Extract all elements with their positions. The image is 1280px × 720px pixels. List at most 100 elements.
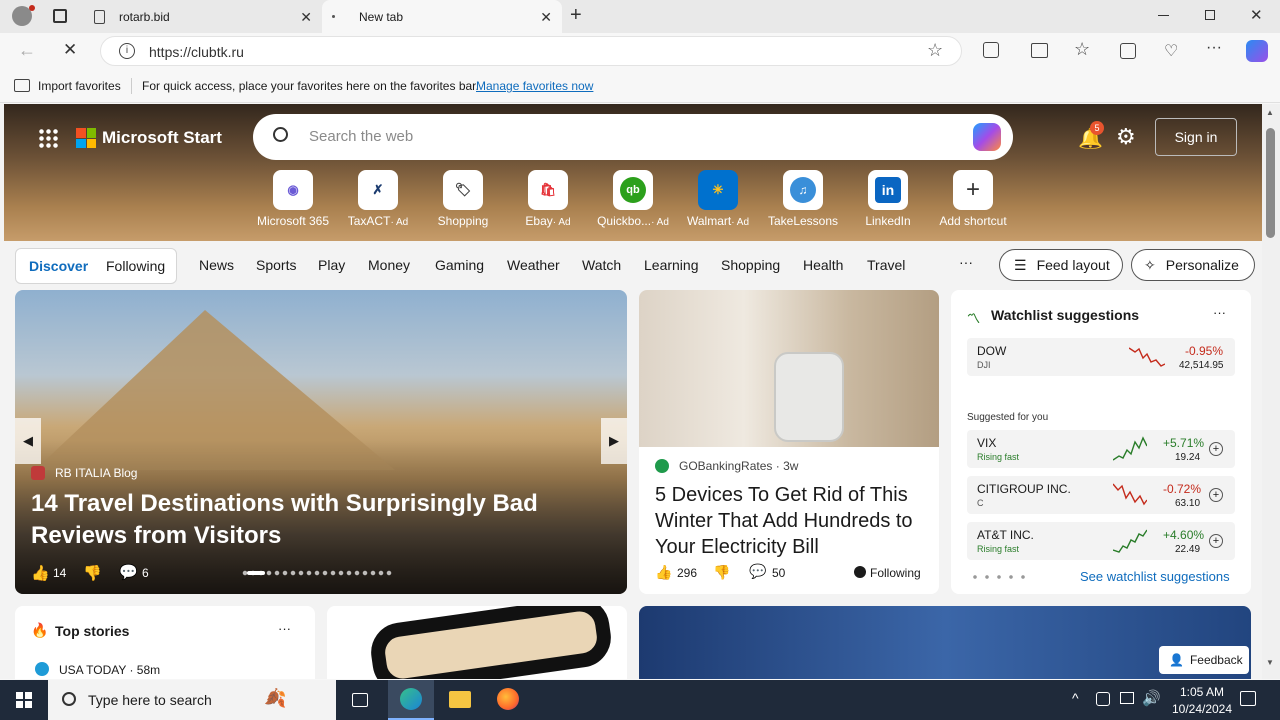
nav-news[interactable]: News (199, 257, 234, 273)
story-source[interactable]: USA TODAY · 58m (59, 663, 160, 677)
nav-money[interactable]: Money (368, 257, 410, 273)
stock-row-dow[interactable]: DOW DJI -0.95% 42,514.95 (967, 338, 1235, 376)
hero-story-card[interactable]: ◀ ▶ RB ITALIA Blog 14 Travel Destination… (15, 290, 627, 594)
carousel-prev-button[interactable]: ◀ (15, 418, 41, 464)
taskbar-search-box[interactable]: Type here to search 🍂 (48, 680, 336, 720)
like-icon[interactable]: 👍 (31, 564, 50, 582)
following-label[interactable]: Following (870, 566, 921, 580)
settings-more-icon[interactable]: ··· (1206, 39, 1222, 57)
sign-in-button[interactable]: Sign in (1155, 118, 1237, 156)
info-icon[interactable]: i (119, 43, 135, 59)
extensions-icon[interactable] (983, 42, 999, 58)
clock-date[interactable]: 10/24/2024 (1164, 702, 1240, 716)
carousel-next-button[interactable]: ▶ (601, 418, 627, 464)
back-icon[interactable]: ← (18, 40, 36, 61)
tab-following[interactable]: Following (106, 258, 165, 274)
shortcut-add[interactable]: + Add shortcut (931, 170, 1015, 228)
close-tab-icon[interactable]: ✕ (300, 9, 312, 26)
personalize-button[interactable]: ✧ Personalize (1131, 249, 1255, 281)
tab-rotarb[interactable]: rotarb.bid ✕ (84, 0, 322, 33)
taskbar-search-input[interactable]: Type here to search (88, 692, 212, 708)
nav-learning[interactable]: Learning (644, 257, 699, 273)
restore-icon[interactable] (1205, 10, 1215, 20)
notifications-icon[interactable] (1240, 691, 1256, 706)
edge-taskbar-icon[interactable] (388, 680, 434, 720)
shortcut-walmart[interactable]: ✳ Walmart· Ad (676, 170, 760, 228)
browser-essentials-icon[interactable]: ♡ (1164, 41, 1178, 61)
start-windows-icon[interactable] (16, 692, 32, 708)
shortcut-shopping[interactable]: 🏷 Shopping (421, 170, 505, 228)
product-ad-card[interactable] (327, 606, 627, 679)
source-name[interactable]: RB ITALIA Blog (55, 466, 137, 480)
more-options-icon[interactable]: ··· (278, 621, 291, 636)
shortcut-ebay[interactable]: 🛍 Ebay· Ad (506, 170, 590, 228)
task-view-icon[interactable] (352, 693, 368, 707)
stop-icon[interactable]: ✕ (63, 40, 77, 60)
favorite-star-icon[interactable]: ☆ (927, 40, 943, 61)
import-favorites-button[interactable]: Import favorites (38, 79, 121, 93)
stock-row-vix[interactable]: VIX Rising fast +5.71% 19.24 (967, 430, 1235, 468)
comment-icon[interactable]: 💬 (119, 563, 138, 581)
headline[interactable]: 14 Travel Destinations with Surprisingly… (31, 488, 621, 552)
close-tab-icon[interactable]: ✕ (540, 9, 552, 26)
tab-new-tab[interactable]: New tab ✕ (322, 0, 562, 33)
page-scrollbar[interactable]: ▲ ▼ (1262, 104, 1280, 679)
copilot-search-icon[interactable] (973, 123, 1001, 151)
shortcut-microsoft-365[interactable]: ◉ Microsoft 365 (251, 170, 335, 228)
add-to-watchlist-button[interactable]: + (1209, 488, 1223, 502)
scroll-thumb[interactable] (1266, 128, 1275, 238)
clock-time[interactable]: 1:05 AM (1172, 685, 1232, 699)
search-box[interactable]: Search the web (253, 114, 1013, 160)
dislike-icon[interactable]: 👎 (83, 564, 102, 582)
brand-title[interactable]: Microsoft Start (102, 128, 222, 148)
minimize-icon[interactable] (1158, 15, 1169, 16)
tab-discover[interactable]: Discover (29, 258, 88, 274)
scroll-up-arrow[interactable]: ▲ (1266, 108, 1274, 117)
headline[interactable]: 5 Devices To Get Rid of This Winter That… (655, 482, 929, 560)
story-card[interactable]: GOBankingRates · 3w 5 Devices To Get Rid… (639, 290, 939, 594)
feed-layout-button[interactable]: ☰ Feed layout (999, 249, 1123, 281)
favorites-icon[interactable]: ☆ (1074, 39, 1090, 60)
stock-row-att[interactable]: AT&T INC. Rising fast +4.60% 22.49 (967, 522, 1235, 560)
address-field[interactable]: i https://clubtk.ru ☆ (100, 36, 962, 66)
sports-story-card[interactable]: 👤 Feedback (639, 606, 1251, 679)
source-name[interactable]: GOBankingRates · 3w (679, 459, 798, 473)
nav-sports[interactable]: Sports (256, 257, 296, 273)
feedback-button[interactable]: 👤 Feedback (1159, 646, 1249, 674)
meet-now-icon[interactable] (1096, 692, 1110, 706)
add-to-watchlist-button[interactable]: + (1209, 442, 1223, 456)
nav-play[interactable]: Play (318, 257, 345, 273)
see-watchlist-link[interactable]: See watchlist suggestions (1080, 569, 1230, 584)
import-icon[interactable] (14, 79, 30, 92)
nav-more-icon[interactable]: ··· (959, 254, 973, 270)
nav-weather[interactable]: Weather (507, 257, 560, 273)
close-window-icon[interactable]: ✕ (1250, 6, 1263, 24)
dislike-icon[interactable]: 👎 (713, 564, 730, 581)
add-to-watchlist-button[interactable]: + (1209, 534, 1223, 548)
network-icon[interactable] (1120, 692, 1134, 704)
nav-shopping[interactable]: Shopping (721, 257, 780, 273)
nav-watch[interactable]: Watch (582, 257, 621, 273)
shortcut-taxact[interactable]: ✗ TaxACT· Ad (336, 170, 420, 228)
shortcut-takelessons[interactable]: ♫ TakeLessons (761, 170, 845, 228)
volume-icon[interactable]: 🔊 (1142, 689, 1161, 707)
nav-health[interactable]: Health (803, 257, 843, 273)
new-tab-icon[interactable]: + (570, 4, 582, 27)
comment-icon[interactable]: 💬 (749, 563, 766, 580)
scroll-down-arrow[interactable]: ▼ (1266, 658, 1274, 667)
firefox-icon[interactable] (497, 688, 519, 710)
collections-icon[interactable] (1120, 43, 1136, 59)
shortcut-linkedin[interactable]: in LinkedIn (846, 170, 930, 228)
nav-travel[interactable]: Travel (867, 257, 905, 273)
shortcut-quickbooks[interactable]: qb Quickbo...· Ad (591, 170, 675, 228)
more-options-icon[interactable]: ··· (1213, 305, 1226, 320)
search-input[interactable]: Search the web (309, 128, 413, 145)
tab-actions-icon[interactable] (53, 9, 67, 23)
tray-chevron-icon[interactable]: ^ (1072, 690, 1079, 706)
copilot-icon[interactable] (1246, 40, 1268, 62)
apps-launcher-icon[interactable] (38, 128, 58, 148)
stock-row-citigroup[interactable]: CITIGROUP INC. C -0.72% 63.10 (967, 476, 1235, 514)
split-screen-icon[interactable] (1031, 43, 1048, 58)
settings-gear-icon[interactable]: ⚙ (1116, 124, 1136, 150)
nav-gaming[interactable]: Gaming (435, 257, 484, 273)
